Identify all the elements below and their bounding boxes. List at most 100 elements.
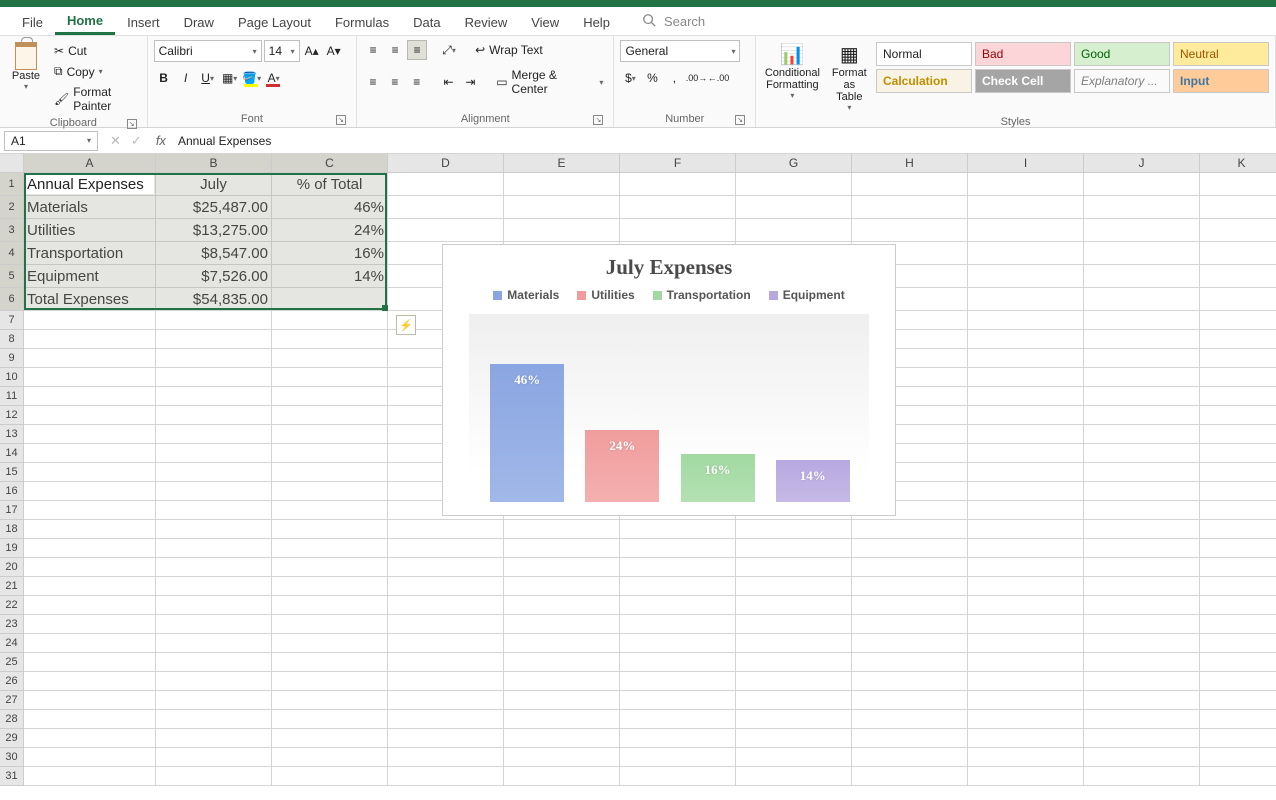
cell[interactable] bbox=[1200, 288, 1276, 311]
cell[interactable] bbox=[1084, 330, 1200, 349]
cell[interactable] bbox=[388, 710, 504, 729]
cell[interactable] bbox=[156, 520, 272, 539]
column-header[interactable]: D bbox=[388, 154, 504, 173]
cell[interactable] bbox=[1200, 425, 1276, 444]
cell[interactable] bbox=[272, 501, 388, 520]
cell[interactable]: Total Expenses bbox=[24, 288, 156, 311]
cell[interactable] bbox=[156, 330, 272, 349]
cell[interactable] bbox=[736, 710, 852, 729]
cell[interactable] bbox=[1200, 691, 1276, 710]
cell[interactable] bbox=[620, 520, 736, 539]
row-header[interactable]: 15 bbox=[0, 463, 24, 482]
cell[interactable] bbox=[504, 748, 620, 767]
cell[interactable] bbox=[504, 173, 620, 196]
search-input[interactable]: Search bbox=[664, 14, 705, 29]
cell[interactable] bbox=[1200, 196, 1276, 219]
cell[interactable]: Equipment bbox=[24, 265, 156, 288]
align-right-icon[interactable]: ≡ bbox=[407, 72, 427, 92]
cell[interactable] bbox=[968, 463, 1084, 482]
row-header[interactable]: 1 bbox=[0, 173, 24, 196]
wrap-text-button[interactable]: ↩ Wrap Text bbox=[471, 41, 547, 59]
tab-home[interactable]: Home bbox=[55, 7, 115, 35]
name-box[interactable]: A1▾ bbox=[4, 131, 98, 151]
cell[interactable] bbox=[1084, 634, 1200, 653]
cell[interactable] bbox=[388, 615, 504, 634]
cell[interactable] bbox=[24, 615, 156, 634]
cell[interactable] bbox=[272, 672, 388, 691]
cell[interactable] bbox=[1200, 368, 1276, 387]
cell[interactable] bbox=[1084, 387, 1200, 406]
cell[interactable] bbox=[852, 691, 968, 710]
cell[interactable] bbox=[1200, 672, 1276, 691]
font-size-select[interactable]: 14▾ bbox=[264, 40, 300, 62]
row-header[interactable]: 7 bbox=[0, 311, 24, 330]
cell[interactable] bbox=[504, 577, 620, 596]
column-header[interactable]: K bbox=[1200, 154, 1276, 173]
cell[interactable] bbox=[736, 596, 852, 615]
row-header[interactable]: 19 bbox=[0, 539, 24, 558]
row-header[interactable]: 27 bbox=[0, 691, 24, 710]
cell[interactable] bbox=[24, 577, 156, 596]
cell[interactable] bbox=[1084, 265, 1200, 288]
cell[interactable] bbox=[852, 729, 968, 748]
cell[interactable] bbox=[1200, 558, 1276, 577]
cell[interactable] bbox=[968, 265, 1084, 288]
cell[interactable] bbox=[1084, 406, 1200, 425]
increase-decimal-icon[interactable]: .00→ bbox=[686, 68, 706, 88]
cell[interactable] bbox=[1200, 444, 1276, 463]
row-header[interactable]: 23 bbox=[0, 615, 24, 634]
cell[interactable] bbox=[388, 539, 504, 558]
cell[interactable] bbox=[968, 539, 1084, 558]
cell[interactable] bbox=[504, 539, 620, 558]
chart-bar[interactable]: 14% bbox=[776, 460, 850, 502]
cell[interactable] bbox=[968, 767, 1084, 786]
column-header[interactable]: E bbox=[504, 154, 620, 173]
cell[interactable] bbox=[272, 596, 388, 615]
cell[interactable] bbox=[24, 501, 156, 520]
align-center-icon[interactable]: ≡ bbox=[385, 72, 405, 92]
cell[interactable] bbox=[736, 615, 852, 634]
cell[interactable] bbox=[620, 653, 736, 672]
cell[interactable]: Utilities bbox=[24, 219, 156, 242]
cell[interactable] bbox=[852, 710, 968, 729]
cell[interactable] bbox=[968, 173, 1084, 196]
cell[interactable] bbox=[156, 653, 272, 672]
enter-icon[interactable]: ✓ bbox=[131, 133, 142, 149]
tab-data[interactable]: Data bbox=[401, 9, 452, 34]
cell[interactable] bbox=[156, 748, 272, 767]
increase-font-icon[interactable]: A▴ bbox=[302, 41, 322, 61]
cell[interactable] bbox=[852, 577, 968, 596]
cell[interactable] bbox=[272, 387, 388, 406]
cell[interactable] bbox=[968, 748, 1084, 767]
cell[interactable]: % of Total bbox=[272, 173, 388, 196]
cell[interactable] bbox=[1200, 330, 1276, 349]
cell[interactable] bbox=[736, 539, 852, 558]
row-header[interactable]: 31 bbox=[0, 767, 24, 786]
cell[interactable] bbox=[156, 596, 272, 615]
cell[interactable] bbox=[1084, 653, 1200, 672]
cell[interactable] bbox=[1084, 242, 1200, 265]
cell[interactable] bbox=[504, 729, 620, 748]
cell[interactable] bbox=[1084, 288, 1200, 311]
cell[interactable] bbox=[388, 634, 504, 653]
cell[interactable] bbox=[852, 539, 968, 558]
cell[interactable] bbox=[272, 444, 388, 463]
row-header[interactable]: 4 bbox=[0, 242, 24, 265]
orientation-icon[interactable]: ⤢▾ bbox=[439, 40, 459, 60]
cell[interactable] bbox=[620, 173, 736, 196]
cell[interactable] bbox=[852, 520, 968, 539]
cell[interactable]: 24% bbox=[272, 219, 388, 242]
cell[interactable] bbox=[852, 748, 968, 767]
cell[interactable] bbox=[1200, 710, 1276, 729]
row-header[interactable]: 11 bbox=[0, 387, 24, 406]
font-name-select[interactable]: Calibri▾ bbox=[154, 40, 262, 62]
cell[interactable] bbox=[968, 406, 1084, 425]
cell[interactable] bbox=[620, 539, 736, 558]
cell[interactable] bbox=[388, 729, 504, 748]
underline-button[interactable]: U▾ bbox=[198, 68, 218, 88]
style-cell-input[interactable]: Input bbox=[1173, 69, 1269, 93]
cell[interactable] bbox=[852, 596, 968, 615]
cell[interactable] bbox=[388, 653, 504, 672]
align-bottom-icon[interactable]: ≡ bbox=[407, 40, 427, 60]
format-as-table-button[interactable]: ▦ Format as Table▾ bbox=[827, 40, 872, 114]
